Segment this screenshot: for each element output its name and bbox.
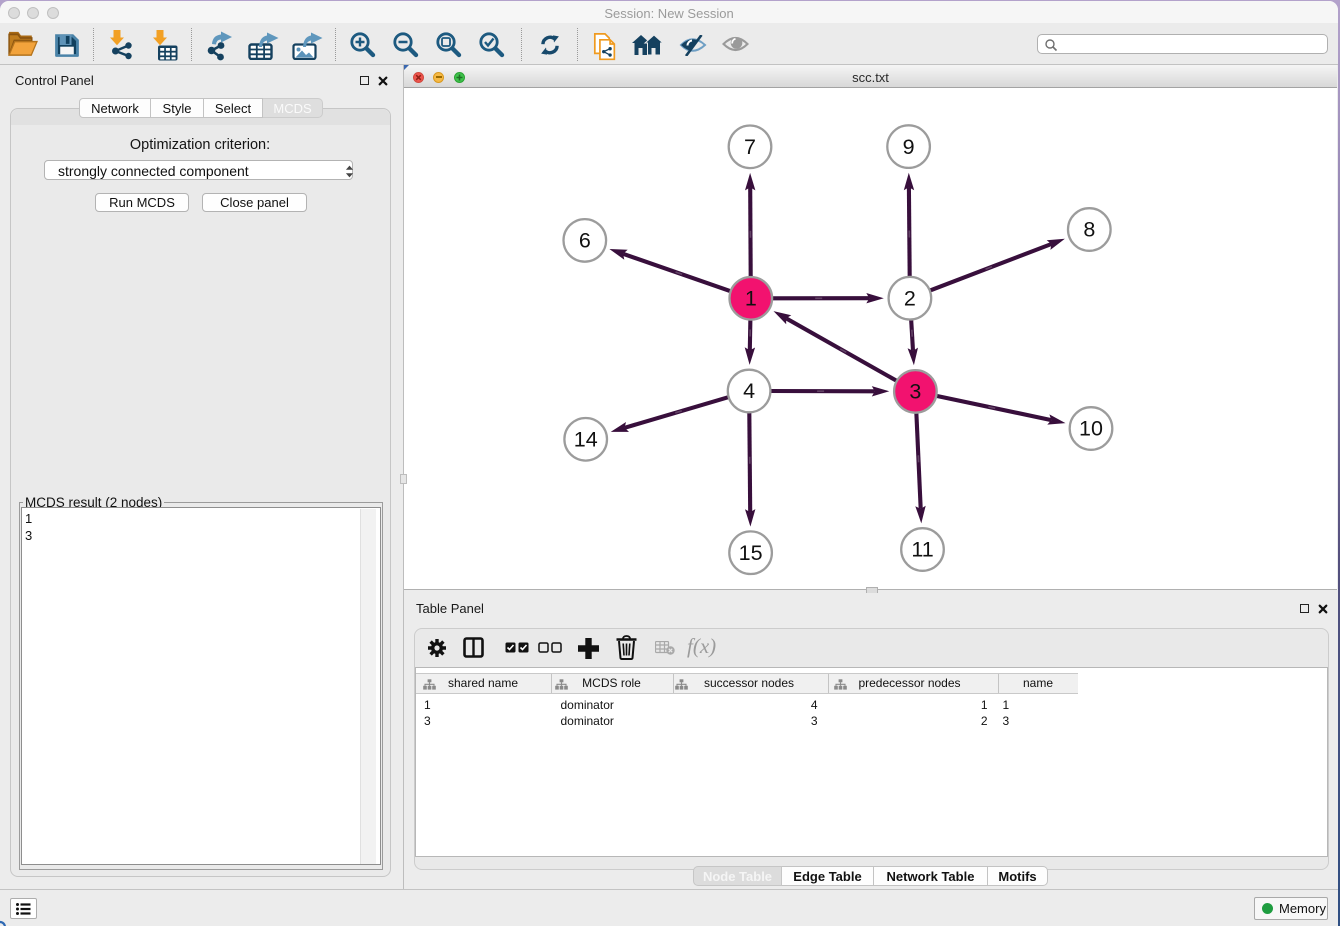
svg-text:10: 10 <box>1079 417 1103 441</box>
svg-text:3: 3 <box>909 380 921 404</box>
svg-text:4: 4 <box>743 379 755 403</box>
svg-text:1: 1 <box>745 287 757 311</box>
svg-text:2: 2 <box>904 286 916 310</box>
svg-text:8: 8 <box>1083 218 1095 242</box>
svg-text:9: 9 <box>903 135 915 159</box>
svg-text:6: 6 <box>579 229 591 253</box>
svg-text:11: 11 <box>911 538 933 562</box>
svg-text:14: 14 <box>574 428 598 452</box>
svg-text:15: 15 <box>739 541 763 565</box>
svg-text:7: 7 <box>744 135 756 159</box>
